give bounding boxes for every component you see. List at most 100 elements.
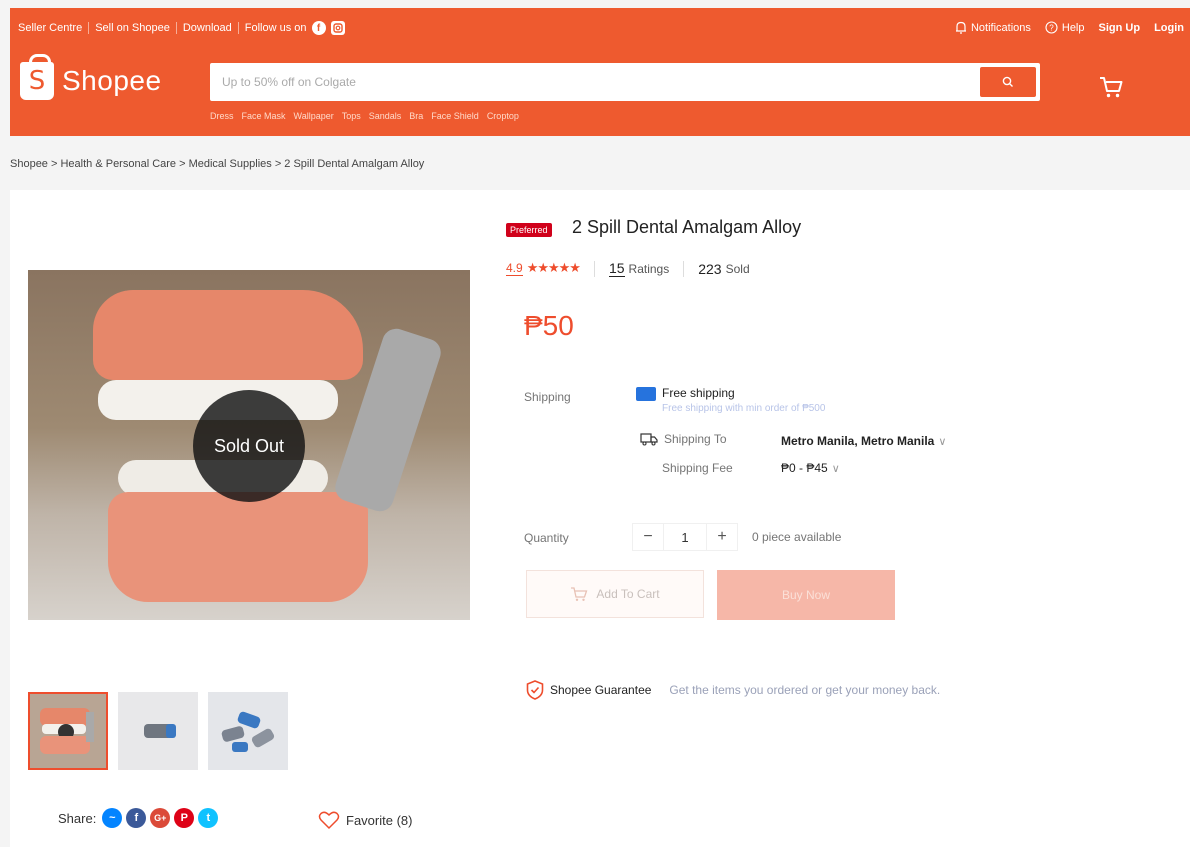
thumbnail-1[interactable] (28, 692, 108, 770)
top-bar: Seller Centre Sell on Shopee Download Fo… (10, 8, 1190, 48)
product-card: Sold Out Share: ~ f G+ P t Favorite (8) … (10, 190, 1190, 847)
bell-icon (955, 21, 966, 34)
breadcrumb-separator: > (179, 158, 189, 170)
shipping-to-select[interactable]: Metro Manila, Metro Manila ∨ (781, 434, 946, 448)
search-icon (1002, 76, 1013, 87)
sign-up-link[interactable]: Sign Up (1099, 22, 1141, 34)
messenger-icon[interactable]: ~ (102, 808, 123, 828)
free-shipping-info: Free shipping Free shipping with min ord… (636, 386, 825, 414)
sold-label: Sold (725, 261, 750, 276)
follow-us-label: Follow us on (244, 22, 307, 34)
sold-out-overlay: Sold Out (193, 390, 305, 502)
favorite-label: Favorite (8) (346, 812, 413, 828)
lower-jaw-shape (108, 492, 368, 602)
quantity-input[interactable]: 1 (664, 523, 706, 551)
guarantee-text: Get the items you ordered or get your mo… (669, 683, 941, 697)
keyword-link[interactable]: Wallpaper (294, 111, 334, 121)
shopee-guarantee: Shopee Guarantee Get the items you order… (526, 680, 940, 700)
download-link[interactable]: Download (183, 22, 232, 34)
sold-count: 223 (698, 260, 722, 277)
product-price: ₱50 (524, 310, 574, 341)
shipping-fee-select[interactable]: ₱0 - ₱45 ∨ (781, 461, 840, 475)
rating-value[interactable]: 4.9 (506, 261, 523, 276)
pinterest-icon[interactable]: P (174, 808, 195, 828)
search-button[interactable] (980, 67, 1036, 97)
heart-icon (318, 811, 340, 830)
shopee-logo[interactable]: S Shopee (20, 54, 162, 100)
keyword-link[interactable]: Tops (342, 111, 361, 121)
increase-quantity-button[interactable]: + (706, 523, 738, 551)
keyword-link[interactable]: Sandals (369, 111, 402, 121)
seller-centre-link[interactable]: Seller Centre (18, 22, 82, 34)
truck-icon (640, 433, 658, 446)
star-rating-icon: ★★★★★ (526, 261, 581, 276)
help-icon: ? (1045, 21, 1058, 34)
product-main-image[interactable]: Sold Out (28, 270, 470, 620)
notifications-label: Notifications (970, 21, 1031, 34)
share-bar: Share: ~ f G+ P t (58, 808, 219, 828)
facebook-icon[interactable]: f (311, 21, 326, 35)
shipping-to-row: Shipping To (640, 432, 727, 446)
facebook-icon[interactable]: f (126, 808, 147, 828)
divider (175, 22, 177, 34)
sell-on-shopee-link[interactable]: Sell on Shopee (95, 22, 170, 34)
breadcrumb-item[interactable]: Medical Supplies (189, 158, 272, 170)
divider (593, 260, 595, 277)
add-to-cart-label: Add To Cart (596, 587, 660, 601)
header: Seller Centre Sell on Shopee Download Fo… (10, 8, 1190, 136)
preferred-badge: Preferred (506, 223, 552, 237)
free-shipping-title: Free shipping (662, 386, 735, 400)
quantity-stepper: − 1 + 0 piece available (632, 523, 841, 551)
cart-icon[interactable] (1098, 74, 1124, 105)
breadcrumb-item[interactable]: Shopee (10, 158, 48, 170)
keyword-link[interactable]: Bra (409, 111, 423, 121)
search-keywords: Dress Face Mask Wallpaper Tops Sandals B… (210, 111, 519, 121)
decrease-quantity-button[interactable]: − (632, 523, 664, 551)
shipping-label: Shipping (524, 390, 571, 404)
shipping-to-value: Metro Manila, Metro Manila (781, 434, 935, 448)
keyword-link[interactable]: Dress (210, 111, 234, 121)
ratings-count[interactable]: 15 (608, 260, 625, 277)
thumbnail-2[interactable] (118, 692, 198, 770)
divider (237, 22, 239, 34)
instagram-icon[interactable] (330, 21, 345, 35)
keyword-link[interactable]: Face Shield (431, 111, 479, 121)
help-link[interactable]: ? Help (1045, 21, 1085, 34)
free-shipping-subtitle: Free shipping with min order of ₱500 (662, 403, 826, 414)
keyword-link[interactable]: Croptop (487, 111, 519, 121)
chevron-down-icon: ∨ (938, 436, 947, 448)
help-label: Help (1061, 21, 1085, 34)
buy-now-button[interactable]: Buy Now (717, 570, 895, 620)
add-cart-icon (571, 587, 588, 601)
product-title: 2 Spill Dental Amalgam Alloy (572, 217, 802, 237)
free-shipping-icon (636, 387, 656, 401)
shopping-bag-icon: S (20, 54, 54, 100)
stock-available: 0 piece available (752, 530, 842, 544)
chevron-down-icon: ∨ (831, 463, 840, 475)
breadcrumb-separator: > (274, 158, 285, 170)
keyword-link[interactable]: Face Mask (242, 111, 286, 121)
shield-icon (526, 680, 544, 700)
upper-jaw-shape (93, 290, 363, 380)
shipping-fee-label: Shipping Fee (662, 461, 733, 475)
svg-text:?: ? (1049, 24, 1054, 33)
quantity-label: Quantity (524, 531, 569, 545)
rating-row: 4.9 ★★★★★ 15 Ratings 223 Sold (506, 260, 750, 277)
shipping-to-label: Shipping To (664, 432, 727, 446)
favorite-button[interactable]: Favorite (8) (318, 810, 412, 830)
logo-text: Shopee (62, 65, 162, 96)
notifications-link[interactable]: Notifications (955, 21, 1031, 34)
google-plus-icon[interactable]: G+ (150, 808, 171, 828)
thumbnail-3[interactable] (208, 692, 288, 770)
guarantee-title: Shopee Guarantee (550, 683, 652, 697)
search-input[interactable] (210, 63, 980, 101)
divider (683, 260, 685, 277)
divider (88, 22, 90, 34)
login-link[interactable]: Login (1154, 22, 1184, 34)
twitter-icon[interactable]: t (198, 808, 219, 828)
breadcrumb-item[interactable]: Health & Personal Care (60, 158, 176, 170)
breadcrumb: Shopee > Health & Personal Care > Medica… (10, 158, 424, 170)
shipping-fee-value: ₱0 - ₱45 (781, 461, 828, 475)
add-to-cart-button[interactable]: Add To Cart (526, 570, 704, 618)
search-bar (210, 63, 1040, 101)
